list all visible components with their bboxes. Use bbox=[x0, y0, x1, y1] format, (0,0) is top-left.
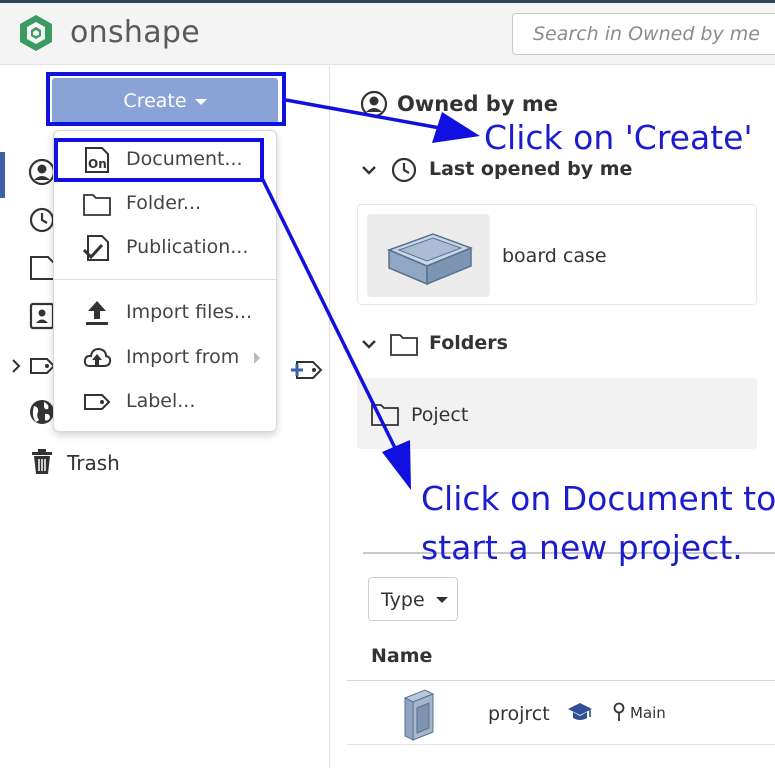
graduation-cap-icon bbox=[568, 703, 592, 720]
person-circle-icon bbox=[360, 90, 388, 118]
annotation-document-hint-line2: start a new project. bbox=[421, 528, 743, 567]
document-thumbnail bbox=[367, 214, 490, 297]
annotation-create-hint: Click on 'Create' bbox=[484, 118, 753, 157]
top-bar: onshape bbox=[0, 3, 775, 65]
search-input[interactable] bbox=[513, 14, 775, 54]
document-thumbnail-icon bbox=[403, 689, 435, 741]
menu-item-label-create[interactable]: Label... bbox=[54, 382, 278, 422]
upload-icon bbox=[86, 301, 108, 325]
caret-down-icon bbox=[436, 597, 448, 603]
branch-label: Main bbox=[630, 704, 666, 722]
document-icon[interactable] bbox=[28, 254, 56, 282]
highlight-document-box bbox=[54, 138, 264, 182]
menu-item-label: Import files... bbox=[126, 301, 253, 323]
arrowhead-create bbox=[432, 112, 480, 143]
chevron-down-icon[interactable] bbox=[361, 338, 377, 350]
menu-item-label: Label... bbox=[126, 390, 196, 412]
recent-document-name: board case bbox=[502, 245, 607, 267]
folder-icon bbox=[390, 334, 418, 356]
publication-icon bbox=[82, 235, 109, 261]
highlight-create-box bbox=[46, 72, 286, 126]
menu-item-publication[interactable]: Publication... bbox=[54, 228, 278, 268]
submenu-arrow-icon bbox=[254, 352, 260, 364]
add-label-icon[interactable] bbox=[289, 356, 323, 384]
label-icon bbox=[84, 394, 111, 410]
contact-card-icon[interactable] bbox=[28, 302, 56, 330]
recent-document-card[interactable]: board case bbox=[357, 204, 757, 305]
clock-icon[interactable] bbox=[28, 206, 56, 234]
clock-icon bbox=[391, 157, 417, 183]
sidebar-item-trash[interactable]: Trash bbox=[67, 451, 120, 475]
brand-name[interactable]: onshape bbox=[70, 15, 200, 50]
folder-icon bbox=[371, 404, 399, 426]
onshape-logo-icon[interactable] bbox=[16, 13, 56, 53]
menu-item-import-files[interactable]: Import files... bbox=[54, 293, 278, 333]
document-name[interactable]: projrct bbox=[488, 703, 550, 725]
trash-icon[interactable] bbox=[28, 448, 56, 476]
table-row[interactable]: projrct Main bbox=[347, 681, 775, 745]
menu-divider bbox=[54, 279, 278, 280]
menu-item-import-from[interactable]: Import from bbox=[54, 338, 278, 378]
type-filter-label: Type bbox=[381, 589, 425, 611]
page-title: Owned by me bbox=[397, 92, 558, 116]
menu-item-label: Import from bbox=[126, 346, 240, 368]
column-header-name[interactable]: Name bbox=[371, 645, 432, 667]
section-title-folders[interactable]: Folders bbox=[429, 332, 508, 354]
branch-pin-icon bbox=[613, 702, 625, 721]
label-icon[interactable] bbox=[28, 352, 56, 380]
menu-item-label: Folder... bbox=[126, 192, 202, 214]
folder-name: Poject bbox=[411, 404, 469, 426]
folder-card[interactable]: Poject bbox=[357, 378, 757, 449]
board-case-3d-icon bbox=[386, 233, 474, 286]
menu-item-label: Publication... bbox=[126, 236, 249, 258]
annotation-document-hint-line1: Click on Document to bbox=[421, 479, 775, 518]
chevron-right-icon[interactable] bbox=[10, 358, 22, 374]
chevron-down-icon[interactable] bbox=[361, 164, 377, 176]
search-box[interactable] bbox=[512, 13, 775, 55]
annotation-document-hint: Click on Document to start a new project… bbox=[421, 474, 775, 572]
globe-icon[interactable] bbox=[28, 398, 56, 426]
type-filter-dropdown[interactable]: Type bbox=[368, 577, 458, 621]
folder-icon bbox=[83, 194, 111, 216]
section-title-recent[interactable]: Last opened by me bbox=[429, 158, 632, 180]
active-nav-indicator bbox=[0, 152, 5, 198]
cloud-upload-icon bbox=[83, 347, 112, 367]
menu-item-folder[interactable]: Folder... bbox=[54, 184, 278, 224]
person-circle-icon[interactable] bbox=[28, 158, 56, 186]
